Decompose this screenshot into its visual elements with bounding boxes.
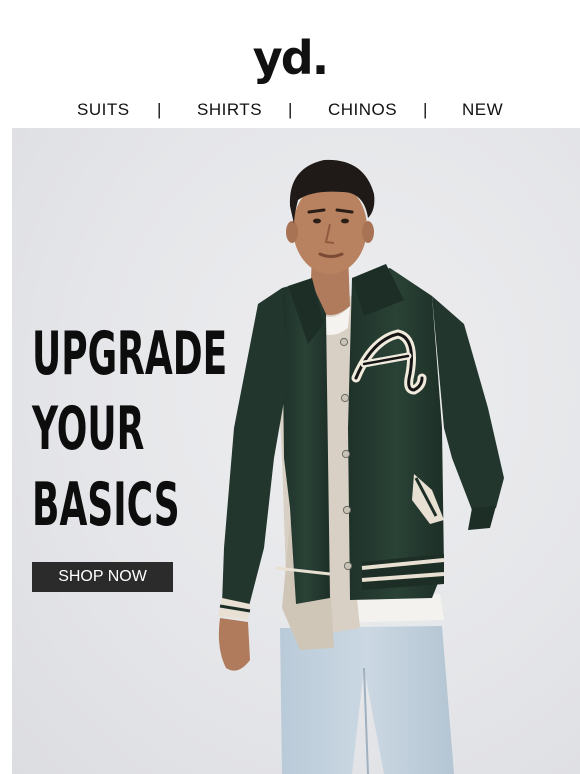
hero-banner[interactable]: UPGRADE YOUR BASICS SHOP NOW [12, 128, 580, 774]
nav-item-chinos[interactable]: CHINOS [328, 100, 397, 120]
nav-item-shirts[interactable]: SHIRTS [197, 100, 262, 120]
nav-separator: | [288, 100, 293, 119]
category-nav: SUITS | SHIRTS | CHINOS | NEW [0, 92, 580, 128]
email-header: yd. [0, 0, 580, 92]
nav-item-suits[interactable]: SUITS [77, 100, 130, 120]
headline-line-2: YOUR [32, 394, 145, 464]
nav-separator: | [157, 100, 162, 119]
nav-item-new[interactable]: NEW [462, 100, 503, 120]
brand-logo[interactable]: yd. [0, 28, 580, 88]
headline-line-1: UPGRADE [32, 319, 228, 389]
nav-separator: | [423, 100, 428, 119]
shop-now-button[interactable]: SHOP NOW [32, 562, 173, 592]
headline-line-3: BASICS [32, 470, 180, 540]
